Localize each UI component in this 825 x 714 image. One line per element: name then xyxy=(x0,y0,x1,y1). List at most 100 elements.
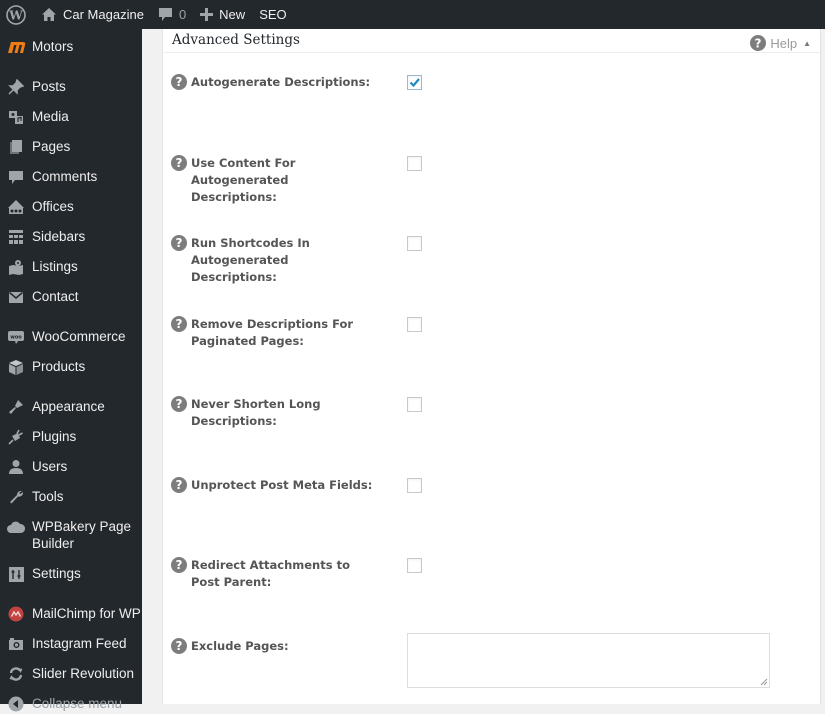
sidebar-item-posts[interactable]: Posts xyxy=(0,77,142,97)
content-gutter xyxy=(142,29,162,704)
help-tooltip-icon[interactable]: ? xyxy=(171,477,187,493)
sidebar-item-contact[interactable]: Contact xyxy=(0,287,142,307)
help-tooltip-icon[interactable]: ? xyxy=(171,155,187,171)
cloud-icon xyxy=(0,517,32,537)
plus-icon xyxy=(200,8,214,21)
media-icon xyxy=(0,107,32,127)
admin-bar: W Car Magazine 0 New SEO xyxy=(0,0,825,29)
help-tooltip-icon[interactable]: ? xyxy=(171,235,187,251)
use-content-checkbox[interactable] xyxy=(407,156,422,171)
refresh-icon xyxy=(0,664,32,684)
sidebar-item-settings[interactable]: Settings xyxy=(0,564,142,584)
redirect-attachments-checkbox[interactable] xyxy=(407,558,422,573)
wordpress-logo-icon: W xyxy=(6,4,26,25)
help-toggle-button[interactable]: ? Help ▲ xyxy=(750,35,811,51)
comments-count: 0 xyxy=(178,7,187,22)
help-tooltip-icon[interactable]: ? xyxy=(171,396,187,412)
plug-icon xyxy=(0,427,32,447)
help-tooltip-icon[interactable]: ? xyxy=(171,557,187,573)
settings-sliders-icon xyxy=(0,564,32,584)
sidebar-item-label: WooCommerce xyxy=(32,329,126,344)
setting-label: Autogenerate Descriptions: xyxy=(191,75,371,89)
sidebar-item-woocommerce[interactable]: woo WooCommerce xyxy=(0,327,142,347)
mailchimp-icon xyxy=(0,604,32,624)
sidebar-item-media[interactable]: Media xyxy=(0,107,142,127)
site-name: Car Magazine xyxy=(63,7,144,22)
new-content-button[interactable]: New xyxy=(193,0,252,29)
sidebar-item-label: Products xyxy=(32,359,86,374)
sidebar-item-label: Settings xyxy=(32,566,81,581)
svg-text:woo: woo xyxy=(10,335,22,341)
sidebar-item-label: Media xyxy=(32,109,69,124)
resize-grip-icon[interactable] xyxy=(760,678,768,686)
sidebar-item-products[interactable]: Products xyxy=(0,357,142,377)
setting-label: Remove Descriptions For Paginated Pages: xyxy=(191,317,354,348)
sidebar-item-slider-revolution[interactable]: Slider Revolution xyxy=(0,664,142,684)
svg-text:W: W xyxy=(8,8,23,22)
sidebar-item-label: Instagram Feed xyxy=(32,636,127,651)
sidebar-item-label: WPBakery Page Builder xyxy=(32,519,132,551)
camera-icon xyxy=(0,634,32,654)
sidebar-item-label: Posts xyxy=(32,79,66,94)
pushpin-icon xyxy=(0,77,32,97)
envelope-icon xyxy=(0,287,32,307)
sidebar-item-wpbakery[interactable]: WPBakery Page Builder xyxy=(0,517,142,552)
paintbrush-icon xyxy=(0,397,32,417)
comment-bubble-icon xyxy=(0,167,32,187)
sidebar-item-sidebars[interactable]: Sidebars xyxy=(0,227,142,247)
setting-label: Run Shortcodes In Autogenerated Descript… xyxy=(191,236,310,284)
setting-label: Unprotect Post Meta Fields: xyxy=(191,478,373,492)
seo-menu-link[interactable]: SEO xyxy=(252,0,293,29)
comments-link[interactable]: 0 xyxy=(151,0,193,29)
woocommerce-icon: woo xyxy=(0,327,32,347)
setting-label: Exclude Pages: xyxy=(191,639,289,653)
svg-text:?: ? xyxy=(755,37,762,51)
sidebar-item-label: Slider Revolution xyxy=(32,666,135,681)
sidebar-item-label: Tools xyxy=(32,489,64,504)
sidebar-item-label: MailChimp for WP xyxy=(32,606,141,621)
help-tooltip-icon[interactable]: ? xyxy=(171,316,187,332)
sidebar-item-plugins[interactable]: Plugins xyxy=(0,427,142,447)
sidebar-item-label: Plugins xyxy=(32,429,77,444)
wordpress-logo-button[interactable]: W xyxy=(0,0,34,29)
sidebar-item-label: Motors xyxy=(32,39,74,54)
sidebar-item-instagram-feed[interactable]: Instagram Feed xyxy=(0,634,142,654)
comment-bubble-icon xyxy=(158,8,172,21)
help-label: Help xyxy=(770,35,798,51)
sidebar-item-users[interactable]: Users xyxy=(0,457,142,477)
collapse-menu-button[interactable]: Collapse menu xyxy=(0,694,142,714)
exclude-pages-textarea[interactable] xyxy=(407,633,770,688)
panel-title: Advanced Settings xyxy=(172,32,300,48)
sidebar-item-appearance[interactable]: Appearance xyxy=(0,397,142,417)
sidebar-item-tools[interactable]: Tools xyxy=(0,487,142,507)
sidebar-item-offices[interactable]: Offices xyxy=(0,197,142,217)
sidebar-item-motors[interactable]: Motors xyxy=(0,37,142,57)
unprotect-post-meta-checkbox[interactable] xyxy=(407,478,422,493)
sidebar-item-label: Offices xyxy=(32,199,74,214)
site-name-link[interactable]: Car Magazine xyxy=(34,0,151,29)
never-shorten-checkbox[interactable] xyxy=(407,397,422,412)
sidebar-item-listings[interactable]: Listings xyxy=(0,257,142,277)
offices-icon xyxy=(0,197,32,217)
sidebar-item-pages[interactable]: Pages xyxy=(0,137,142,157)
remove-descriptions-paginated-checkbox[interactable] xyxy=(407,317,422,332)
sidebar-item-label: Appearance xyxy=(32,399,105,414)
caret-up-icon: ▲ xyxy=(803,38,811,48)
sidebar-item-comments[interactable]: Comments xyxy=(0,167,142,187)
help-tooltip-icon[interactable]: ? xyxy=(171,74,187,90)
home-icon xyxy=(42,8,56,21)
seo-label: SEO xyxy=(259,7,287,22)
sidebar-item-label: Collapse menu xyxy=(32,696,123,711)
advanced-settings-panel: Advanced Settings ? Help ▲ ? Autogenerat… xyxy=(162,29,821,704)
autogenerate-descriptions-checkbox[interactable] xyxy=(407,75,422,90)
pages-icon xyxy=(0,137,32,157)
sidebar-item-label: Listings xyxy=(32,259,78,274)
run-shortcodes-checkbox[interactable] xyxy=(407,236,422,251)
sidebar-item-label: Comments xyxy=(32,169,98,184)
sidebar-item-mailchimp[interactable]: MailChimp for WP xyxy=(0,604,142,624)
checkmark-icon xyxy=(409,78,420,88)
help-tooltip-icon[interactable]: ? xyxy=(171,638,187,654)
motors-logo-icon xyxy=(0,37,32,57)
right-edge xyxy=(820,29,825,704)
new-label: New xyxy=(219,7,246,22)
